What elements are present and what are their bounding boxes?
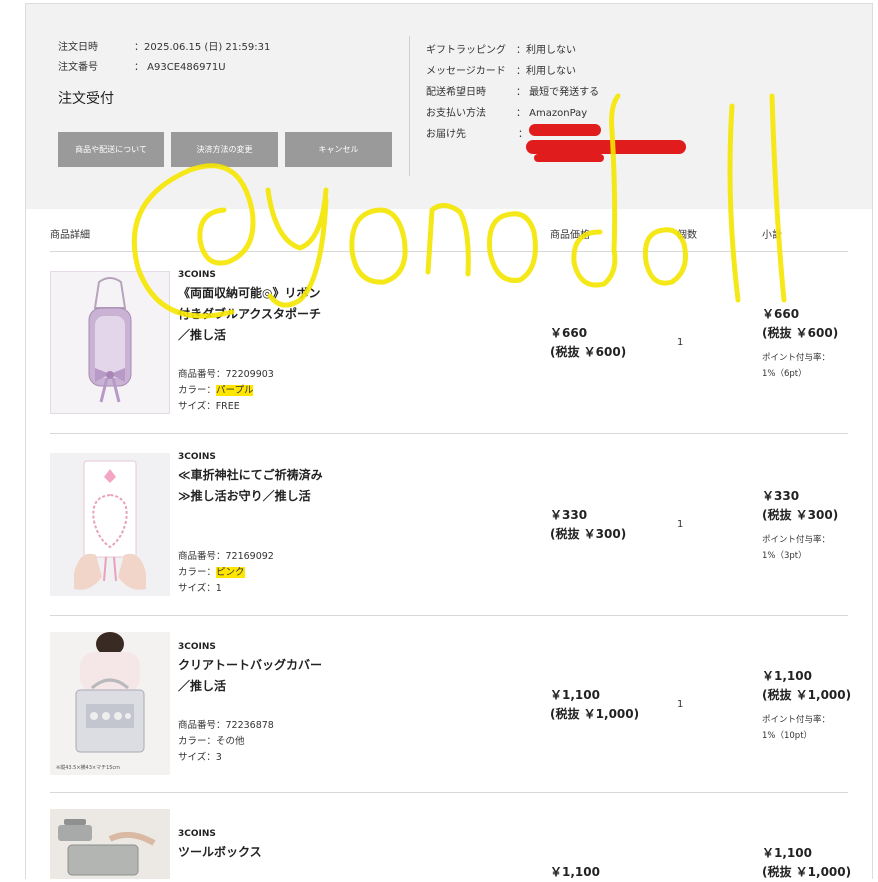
summary-divider	[409, 36, 410, 176]
unit-price-tax-excluded: (税抜 ￥600)	[550, 345, 627, 359]
row-divider	[50, 615, 848, 616]
unit-price-tax-excluded: (税抜 ￥300)	[550, 527, 627, 541]
unit-price: ￥1,100	[550, 863, 600, 882]
product-brand: 3COINS	[178, 270, 216, 280]
column-header-price: 商品価格	[550, 230, 590, 241]
product-brand: 3COINS	[178, 829, 216, 839]
subtotal-value: ￥330	[762, 489, 800, 503]
address-redaction-mark	[534, 154, 604, 162]
order-detail-panel: 注文日時 ：2025.06.15 (日) 21:59:31 注文番号 ： A93…	[25, 3, 873, 879]
line-subtotal: ￥1,100 (税抜 ￥1,000)	[762, 667, 851, 705]
item-quantity: 1	[677, 699, 684, 710]
line-subtotal: ￥1,100 (税抜 ￥1,000)	[762, 844, 851, 882]
points-rate: ポイント付与率： 1%（10pt）	[762, 712, 830, 744]
product-delivery-inquiry-button[interactable]: 商品や配送について	[58, 132, 164, 167]
subtotal-tax-excluded: (税抜 ￥300)	[762, 508, 839, 522]
product-size: サイズ：1	[178, 583, 222, 594]
product-name-link[interactable]: 《両面収納可能◎》リボン付きダブルアクスタポーチ／推し活	[178, 283, 328, 346]
address-redaction-mark	[526, 140, 686, 154]
order-summary: 注文日時 ：2025.06.15 (日) 21:59:31 注文番号 ： A93…	[26, 4, 872, 209]
payment-method-value: ： AmazonPay	[516, 108, 588, 119]
line-subtotal: ￥330 (税抜 ￥300)	[762, 487, 838, 525]
pouch-illustration	[88, 277, 132, 403]
ship-to-value: ：	[518, 129, 528, 140]
ship-to-label: お届け先	[426, 129, 466, 140]
product-image[interactable]	[50, 271, 170, 414]
unit-price-value: ￥660	[550, 326, 588, 340]
points-value: 1%（3pt）	[762, 551, 807, 561]
points-value: 1%（6pt）	[762, 369, 807, 379]
unit-price: ￥660 (税抜 ￥600)	[550, 324, 626, 362]
unit-price-value: ￥330	[550, 508, 588, 522]
product-code: 商品番号：72209903	[178, 369, 274, 380]
product-image[interactable]	[50, 809, 170, 879]
delivery-date-value: ： 最短で発送する	[516, 87, 600, 98]
message-card-value: ：利用しない	[516, 66, 576, 77]
subtotal-value: ￥1,100	[762, 669, 812, 683]
product-brand: 3COINS	[178, 642, 216, 652]
column-header-detail: 商品詳細	[50, 230, 90, 241]
color-label: カラー：	[178, 385, 217, 396]
order-date-value: ：2025.06.15 (日) 21:59:31	[134, 42, 271, 53]
color-value: パープル	[216, 385, 254, 396]
product-brand: 3COINS	[178, 452, 216, 462]
column-header-subtotal: 小計	[762, 230, 782, 241]
points-rate: ポイント付与率： 1%（6pt）	[762, 350, 830, 382]
color-label: カラー：	[178, 567, 217, 578]
product-size: サイズ：3	[178, 752, 222, 763]
order-number-label: 注文番号	[58, 62, 98, 73]
product-size: サイズ：FREE	[178, 401, 240, 412]
points-label: ポイント付与率：	[762, 353, 831, 363]
product-image[interactable]: ※縦43.5×横43×マチ15cm	[50, 632, 170, 775]
unit-price-value: ￥1,100	[550, 688, 600, 702]
address-redaction-mark	[529, 124, 601, 136]
points-rate: ポイント付与率： 1%（3pt）	[762, 532, 830, 564]
gift-wrapping-value: ：利用しない	[516, 45, 576, 56]
tote-illustration	[75, 632, 145, 753]
image-caption: ※縦43.5×横43×マチ15cm	[56, 765, 121, 771]
item-quantity: 1	[677, 519, 684, 530]
payment-method-label: お支払い方法	[426, 108, 486, 119]
color-label: カラー：	[178, 736, 217, 747]
cancel-order-button[interactable]: キャンセル	[285, 132, 392, 167]
product-color: カラー：パープル	[178, 383, 254, 399]
unit-price-value: ￥1,100	[550, 865, 600, 879]
product-name-link[interactable]: ≪車折神社にてご祈祷済み≫推し活お守り／推し活	[178, 465, 328, 507]
unit-price: ￥330 (税抜 ￥300)	[550, 506, 626, 544]
order-date-label: 注文日時	[58, 42, 98, 53]
subtotal-value: ￥660	[762, 307, 800, 321]
subtotal-tax-excluded: (税抜 ￥1,000)	[762, 865, 852, 879]
delivery-date-label: 配送希望日時	[426, 87, 486, 98]
item-quantity: 1	[677, 337, 684, 348]
subtotal-tax-excluded: (税抜 ￥1,000)	[762, 688, 852, 702]
header-divider	[50, 251, 848, 252]
points-label: ポイント付与率：	[762, 535, 831, 545]
gift-wrapping-label: ギフトラッピング	[426, 45, 506, 56]
charm-illustration	[74, 460, 146, 590]
message-card-label: メッセージカード	[426, 66, 506, 77]
unit-price-tax-excluded: (税抜 ￥1,000)	[550, 707, 640, 721]
row-divider	[50, 433, 848, 434]
row-divider	[50, 792, 848, 793]
product-image[interactable]	[50, 453, 170, 596]
product-color: カラー：その他	[178, 734, 245, 750]
order-status: 注文受付	[58, 91, 114, 107]
toolbox-illustration	[58, 819, 156, 876]
unit-price: ￥1,100 (税抜 ￥1,000)	[550, 686, 639, 724]
color-value: ピンク	[216, 567, 245, 578]
line-subtotal: ￥660 (税抜 ￥600)	[762, 305, 838, 343]
order-number-value: ： A93CE486971U	[134, 62, 226, 73]
product-color: カラー：ピンク	[178, 565, 245, 581]
points-value: 1%（10pt）	[762, 731, 813, 741]
product-code: 商品番号：72236878	[178, 720, 274, 731]
color-value: その他	[216, 736, 245, 747]
change-payment-button[interactable]: 決済方法の変更	[171, 132, 278, 167]
product-name-link[interactable]: ツールボックス	[178, 842, 328, 863]
points-label: ポイント付与率：	[762, 715, 831, 725]
subtotal-tax-excluded: (税抜 ￥600)	[762, 326, 839, 340]
column-header-quantity: 個数	[677, 230, 697, 241]
product-code: 商品番号：72169092	[178, 551, 274, 562]
subtotal-value: ￥1,100	[762, 846, 812, 860]
product-name-link[interactable]: クリアトートバッグカバー／推し活	[178, 655, 328, 697]
